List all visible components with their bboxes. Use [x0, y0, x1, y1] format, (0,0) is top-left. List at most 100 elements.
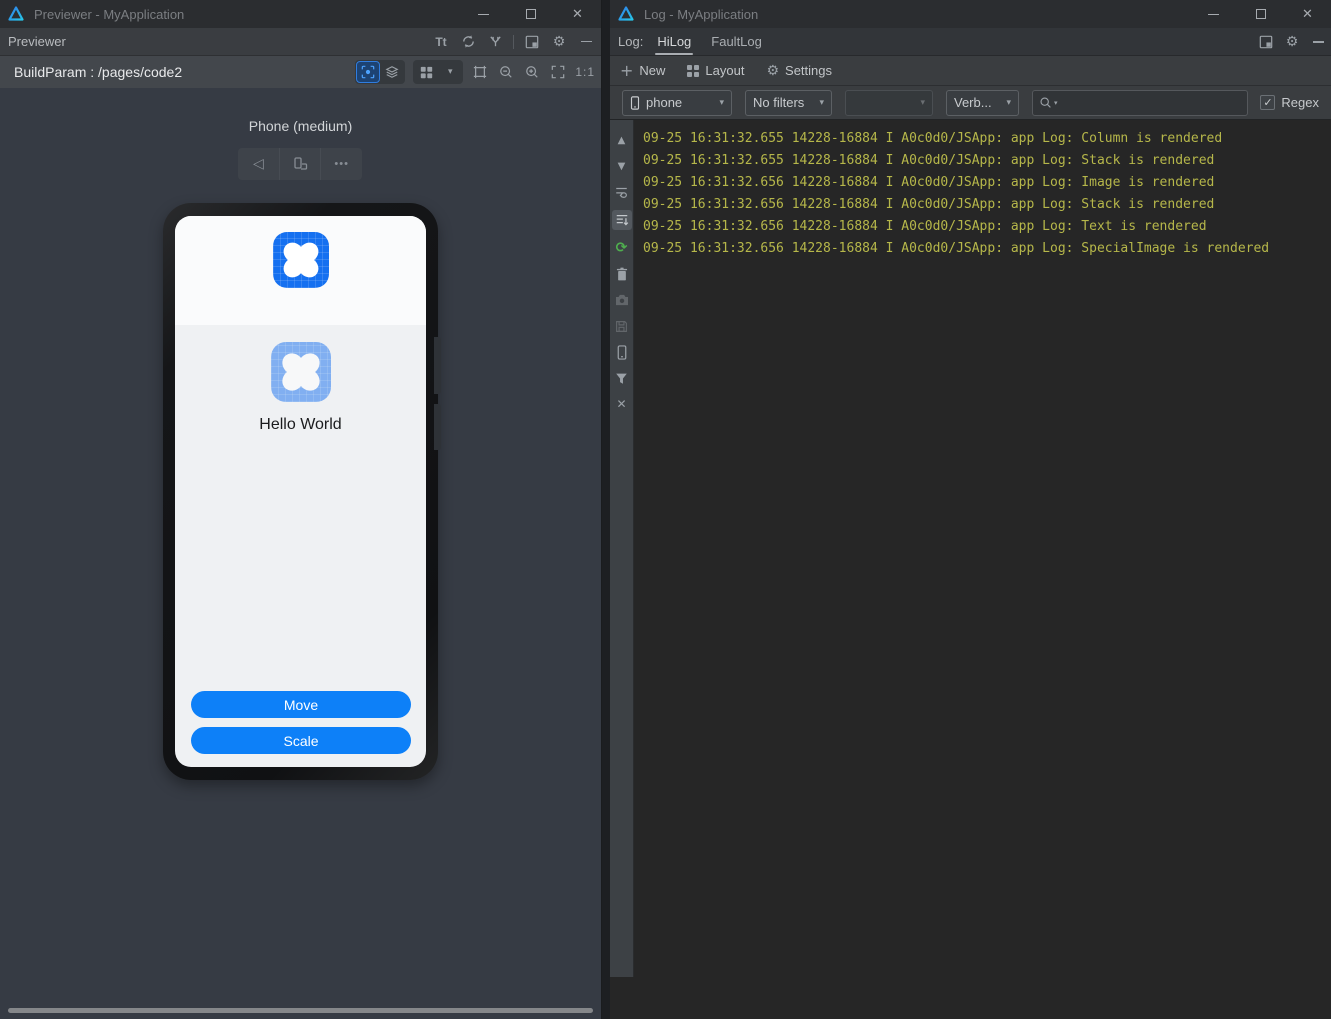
phone-screen: Hello World Move Scale [175, 216, 426, 767]
device-log-icon[interactable] [613, 344, 631, 360]
tab-hilog[interactable]: HiLog [647, 34, 701, 55]
phone-device-frame: Hello World Move Scale [163, 203, 441, 780]
app-icon [272, 232, 329, 288]
zoom-ratio-label[interactable]: 1:1 [575, 65, 595, 79]
preview-controls: ◁ ••• [238, 148, 362, 180]
chevron-down-icon: ▾ [920, 97, 925, 108]
app-icon-faded[interactable] [270, 342, 331, 402]
layers-icon[interactable] [381, 62, 403, 82]
refresh-icon[interactable] [459, 33, 477, 51]
log-titlebar: Log - MyApplication ✕ [610, 0, 1331, 28]
process-select[interactable]: ▾ [845, 89, 933, 116]
scroll-down-icon[interactable]: ▼ [613, 158, 631, 174]
log-line: 09-25 16:31:32.656 14228-16884 I A0c0d0/… [643, 219, 1207, 234]
regex-option: ✓ Regex [1260, 95, 1319, 110]
fit-to-screen-icon[interactable] [549, 63, 567, 81]
maximize-button[interactable] [507, 0, 554, 28]
more-options-button[interactable]: ••• [320, 148, 362, 180]
log-level-value: Verb... [954, 95, 992, 110]
scale-button[interactable]: Scale [191, 727, 411, 754]
selection-frame-icon[interactable] [471, 63, 489, 81]
panel-layout-icon[interactable] [1257, 33, 1275, 51]
phone-icon [630, 95, 640, 110]
soft-wrap-icon[interactable] [613, 184, 631, 200]
settings-button[interactable]: ⚙ Settings [766, 63, 832, 79]
device-select-value: phone [646, 95, 683, 110]
regex-checkbox[interactable]: ✓ [1260, 95, 1276, 110]
search-input[interactable] [1059, 95, 1242, 110]
settings-label: Settings [785, 63, 833, 78]
inspector-plug-icon[interactable] [486, 33, 504, 51]
deveco-logo-icon [618, 6, 634, 21]
horizontal-scrollbar[interactable] [8, 1008, 593, 1013]
zoom-in-icon[interactable] [523, 63, 541, 81]
screenshot-icon[interactable] [613, 292, 631, 308]
chevron-down-icon: ▾ [1006, 97, 1011, 108]
filters-select-value: No filters [753, 95, 805, 110]
filter-funnel-icon[interactable] [613, 370, 631, 386]
scroll-to-end-icon[interactable] [611, 210, 632, 230]
log-line: 09-25 16:31:32.655 14228-16884 I A0c0d0/… [643, 153, 1215, 168]
hide-panel-icon[interactable] [1309, 33, 1327, 51]
preview-canvas: Phone (medium) ◁ ••• Hello World Move Sc… [0, 88, 601, 1019]
previewer-toolbar: Previewer Tt ⚙ [0, 28, 601, 56]
window-title: Log - MyApplication [644, 6, 759, 22]
rotate-device-button[interactable] [278, 148, 321, 180]
device-select[interactable]: phone ▾ [622, 89, 732, 116]
regex-label: Regex [1281, 95, 1319, 110]
log-line: 09-25 16:31:32.656 14228-16884 I A0c0d0/… [643, 175, 1215, 190]
components-grid-icon[interactable] [415, 62, 437, 82]
gear-icon[interactable]: ⚙ [1283, 33, 1301, 51]
close-session-icon[interactable]: ✕ [613, 396, 631, 412]
filters-select[interactable]: No filters ▾ [745, 89, 832, 116]
log-line: 09-25 16:31:32.655 14228-16884 I A0c0d0/… [643, 131, 1223, 146]
buildparam-label: BuildParam : /pages/code2 [14, 64, 183, 80]
maximize-button[interactable] [1237, 0, 1284, 28]
log-actionbar: + New Layout ⚙ Settings [610, 56, 1331, 86]
log-line: 09-25 16:31:32.656 14228-16884 I A0c0d0/… [643, 241, 1270, 256]
device-profile-label: Phone (medium) [248, 118, 353, 134]
new-label: New [639, 63, 666, 78]
clear-log-icon[interactable] [613, 266, 631, 282]
previewer-window: Previewer - MyApplication ✕ Previewer Tt [0, 0, 602, 1019]
chevron-down-icon: ▾ [719, 97, 724, 108]
zoom-out-icon[interactable] [497, 63, 515, 81]
power-button [434, 404, 441, 450]
log-output[interactable]: 09-25 16:31:32.655 14228-16884 I A0c0d0/… [634, 120, 1331, 977]
inspect-mode-icon[interactable] [356, 61, 381, 83]
log-window: Log - MyApplication ✕ Log: HiLog FaultLo… [610, 0, 1331, 1019]
font-settings-icon[interactable]: Tt [432, 33, 450, 51]
move-button[interactable]: Move [191, 691, 411, 718]
log-line: 09-25 16:31:32.656 14228-16884 I A0c0d0/… [643, 197, 1215, 212]
gear-icon[interactable]: ⚙ [550, 33, 568, 51]
layout-label: Layout [705, 63, 745, 78]
deveco-logo-icon [8, 6, 24, 21]
gear-icon: ⚙ [766, 62, 780, 79]
minimize-button[interactable] [1190, 0, 1237, 28]
log-level-select[interactable]: Verb... ▾ [946, 89, 1019, 116]
window-title: Previewer - MyApplication [34, 6, 185, 22]
search-history-chevron-icon[interactable]: ▾ [1054, 99, 1058, 107]
back-button[interactable]: ◁ [238, 148, 279, 180]
search-box[interactable]: ▾ [1032, 89, 1249, 116]
save-log-icon[interactable] [613, 318, 631, 334]
tab-faultlog[interactable]: FaultLog [701, 34, 772, 55]
minimize-button[interactable] [460, 0, 507, 28]
volume-button [434, 337, 441, 394]
close-button[interactable]: ✕ [1284, 0, 1331, 28]
chevron-down-icon[interactable]: ▾ [439, 62, 461, 82]
restart-session-icon[interactable]: ⟳ [613, 240, 631, 256]
close-button[interactable]: ✕ [554, 0, 601, 28]
new-button[interactable]: + New [620, 61, 665, 80]
log-side-toolbar: ▲ ▼ ⟳ ✕ [610, 120, 634, 977]
scroll-up-icon[interactable]: ▲ [613, 132, 631, 148]
hide-panel-icon[interactable] [577, 33, 595, 51]
log-label: Log: [618, 34, 644, 49]
buildparam-bar: BuildParam : /pages/code2 ▾ 1:1 [0, 56, 601, 88]
log-filterbar: phone ▾ No filters ▾ ▾ Verb... ▾ ▾ ✓ Reg… [610, 86, 1331, 120]
layout-button[interactable]: Layout [687, 63, 744, 78]
panel-layout-icon[interactable] [523, 33, 541, 51]
layout-grid-icon [687, 64, 700, 77]
log-tabbar: Log: HiLog FaultLog ⚙ [610, 28, 1331, 56]
previewer-tab-label: Previewer [8, 34, 66, 49]
